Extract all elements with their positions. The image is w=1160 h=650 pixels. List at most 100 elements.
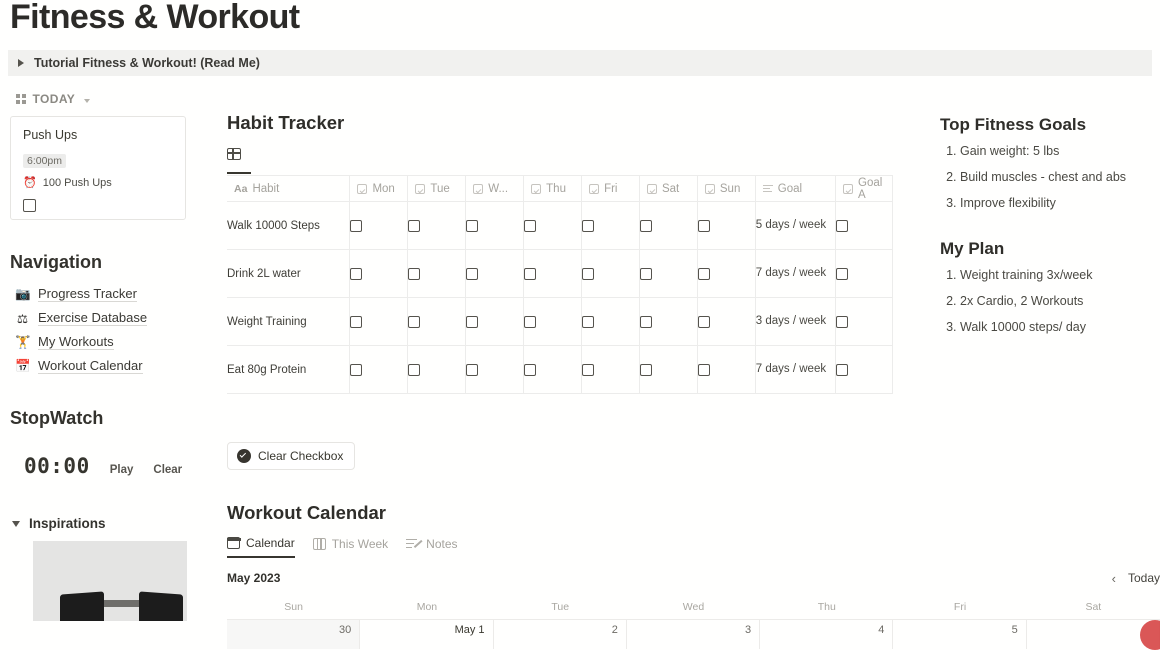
day-checkbox[interactable] xyxy=(582,363,595,376)
day-cell-tue[interactable] xyxy=(407,201,467,250)
table-row[interactable]: Weight Training 3 days / week xyxy=(227,297,893,346)
day-cell-sat[interactable] xyxy=(639,249,698,298)
day-checkbox[interactable] xyxy=(466,315,479,328)
day-cell-sun[interactable] xyxy=(697,297,756,346)
day-cell-sat[interactable] xyxy=(639,345,698,394)
day-cell-mon[interactable] xyxy=(349,345,409,394)
day-checkbox[interactable] xyxy=(582,219,595,232)
tab-calendar[interactable]: Calendar xyxy=(226,536,295,558)
calendar-day-cell[interactable]: 2 xyxy=(494,620,627,649)
column-header-goal[interactable]: Goal xyxy=(755,175,837,202)
column-header-sun[interactable]: Sun xyxy=(697,175,756,202)
table-view-icon[interactable] xyxy=(227,148,241,160)
calendar-prev-button[interactable]: ‹ xyxy=(1112,571,1116,586)
day-checkbox[interactable] xyxy=(466,219,479,232)
calendar-day-cell[interactable]: 4 xyxy=(760,620,894,649)
goal-cell[interactable]: 7 days / week xyxy=(755,249,837,298)
goal-achieved-cell[interactable] xyxy=(835,345,893,394)
day-cell-thu[interactable] xyxy=(523,297,583,346)
day-cell-thu[interactable] xyxy=(523,201,583,250)
day-checkbox[interactable] xyxy=(697,363,710,376)
sidebar-item-exercise-database[interactable]: ⚖ Exercise Database xyxy=(0,306,222,330)
day-cell-sun[interactable] xyxy=(697,249,756,298)
day-cell-fri[interactable] xyxy=(581,345,640,394)
day-checkbox[interactable] xyxy=(582,267,595,280)
day-cell-mon[interactable] xyxy=(349,249,409,298)
day-checkbox[interactable] xyxy=(639,219,652,232)
day-checkbox[interactable] xyxy=(697,315,710,328)
calendar-day-cell[interactable]: May 1 xyxy=(360,620,494,649)
day-checkbox[interactable] xyxy=(350,363,363,376)
column-header-habit[interactable]: Aa Habit xyxy=(227,175,351,202)
day-checkbox[interactable] xyxy=(582,315,595,328)
tab-notes[interactable]: Notes xyxy=(406,537,458,557)
tutorial-toggle-banner[interactable]: Tutorial Fitness & Workout! (Read Me) xyxy=(8,50,1152,76)
table-row[interactable]: Eat 80g Protein 7 days / week xyxy=(227,345,893,394)
day-cell-sun[interactable] xyxy=(697,345,756,394)
day-checkbox[interactable] xyxy=(639,267,652,280)
habit-name-cell[interactable]: Weight Training xyxy=(227,297,351,346)
day-cell-fri[interactable] xyxy=(581,297,640,346)
day-checkbox[interactable] xyxy=(350,219,363,232)
task-checkbox[interactable] xyxy=(23,199,36,212)
column-header-fri[interactable]: Fri xyxy=(581,175,640,202)
day-checkbox[interactable] xyxy=(408,315,421,328)
habit-name-cell[interactable]: Eat 80g Protein xyxy=(227,345,351,394)
day-checkbox[interactable] xyxy=(524,219,537,232)
day-checkbox[interactable] xyxy=(524,315,537,328)
day-checkbox[interactable] xyxy=(466,363,479,376)
sidebar-item-my-workouts[interactable]: 🏋 My Workouts xyxy=(0,330,222,354)
habit-tracker-view-tab[interactable] xyxy=(227,147,927,174)
day-checkbox[interactable] xyxy=(639,363,652,376)
day-checkbox[interactable] xyxy=(408,267,421,280)
day-cell-thu[interactable] xyxy=(523,249,583,298)
calendar-day-cell[interactable]: 3 xyxy=(627,620,761,649)
day-cell-fri[interactable] xyxy=(581,201,640,250)
day-checkbox[interactable] xyxy=(639,315,652,328)
goal-achieved-checkbox[interactable] xyxy=(836,267,849,280)
day-cell-tue[interactable] xyxy=(407,345,467,394)
day-checkbox[interactable] xyxy=(408,219,421,232)
day-checkbox[interactable] xyxy=(697,267,710,280)
day-cell-sun[interactable] xyxy=(697,201,756,250)
calendar-day-cell[interactable]: 30 xyxy=(227,620,361,649)
day-cell-wed[interactable] xyxy=(465,297,525,346)
chevron-down-icon[interactable] xyxy=(84,98,91,103)
table-row[interactable]: Walk 10000 Steps 5 days / week xyxy=(227,201,893,250)
goal-achieved-cell[interactable] xyxy=(835,249,893,298)
calendar-day-cell[interactable]: 5 xyxy=(893,620,1027,649)
goal-achieved-checkbox[interactable] xyxy=(836,219,849,232)
day-checkbox[interactable] xyxy=(408,363,421,376)
goal-cell[interactable]: 5 days / week xyxy=(755,201,837,250)
day-cell-fri[interactable] xyxy=(581,249,640,298)
column-header-wed[interactable]: W... xyxy=(465,175,525,202)
triangle-right-icon[interactable] xyxy=(18,59,24,67)
goal-achieved-checkbox[interactable] xyxy=(836,315,849,328)
column-header-sat[interactable]: Sat xyxy=(639,175,698,202)
day-cell-sat[interactable] xyxy=(639,201,698,250)
day-cell-wed[interactable] xyxy=(465,249,525,298)
sidebar-item-progress-tracker[interactable]: 📷 Progress Tracker xyxy=(0,282,222,306)
day-cell-wed[interactable] xyxy=(465,201,525,250)
day-cell-sat[interactable] xyxy=(639,297,698,346)
day-checkbox[interactable] xyxy=(466,267,479,280)
sidebar-item-workout-calendar[interactable]: 📅 Workout Calendar xyxy=(0,354,222,378)
tab-this-week[interactable]: This Week xyxy=(312,537,388,557)
day-checkbox[interactable] xyxy=(524,267,537,280)
goal-achieved-checkbox[interactable] xyxy=(836,363,849,376)
table-row[interactable]: Drink 2L water 7 days / week xyxy=(227,249,893,298)
day-checkbox[interactable] xyxy=(524,363,537,376)
column-header-thu[interactable]: Thu xyxy=(523,175,583,202)
goal-achieved-cell[interactable] xyxy=(835,297,893,346)
day-cell-mon[interactable] xyxy=(349,201,409,250)
clear-checkbox-button[interactable]: Clear Checkbox xyxy=(227,442,356,470)
day-cell-tue[interactable] xyxy=(407,297,467,346)
goal-cell[interactable]: 7 days / week xyxy=(755,345,837,394)
column-header-goal-achieved[interactable]: Goal A xyxy=(835,175,893,202)
goal-achieved-cell[interactable] xyxy=(835,201,893,250)
day-checkbox[interactable] xyxy=(350,315,363,328)
day-checkbox[interactable] xyxy=(697,219,710,232)
today-task-card[interactable]: Push Ups 6:00pm ⏰ 100 Push Ups xyxy=(10,116,186,220)
inspirations-toggle[interactable]: Inspirations xyxy=(12,516,222,531)
triangle-down-icon[interactable] xyxy=(12,520,20,527)
